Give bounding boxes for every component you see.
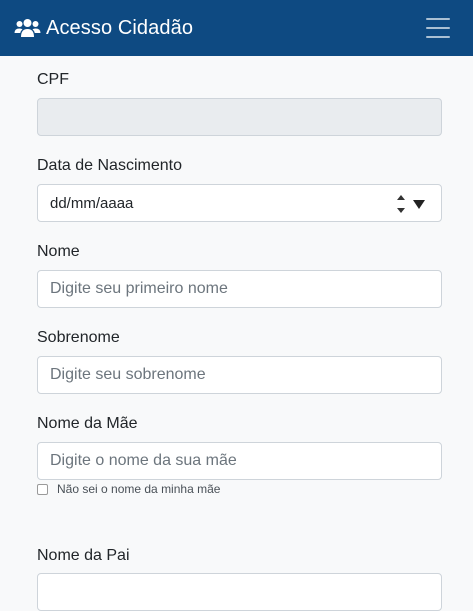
spin-up-icon[interactable] [397, 195, 405, 200]
calendar-dropdown-icon[interactable] [413, 200, 425, 209]
last-name-label: Sobrenome [37, 329, 120, 346]
app-title: Acesso Cidadão [46, 16, 194, 39]
cpf-input[interactable] [37, 98, 442, 136]
menu-bar-icon [426, 36, 450, 38]
first-name-label: Nome [37, 243, 80, 260]
mother-name-group: Nome da Mãe [37, 415, 138, 433]
father-name-label: Nome da Pai [37, 547, 130, 564]
top-navbar: Acesso Cidadão [0, 0, 473, 56]
last-name-input[interactable] [37, 356, 442, 394]
father-name-group: Nome da Pai [37, 547, 130, 565]
unknown-mother-label[interactable]: Não sei o nome da minha mãe [57, 482, 220, 496]
hamburger-menu-button[interactable] [426, 18, 450, 38]
last-name-group: Sobrenome [37, 329, 120, 347]
cpf-label: CPF [37, 71, 69, 88]
spin-down-icon[interactable] [397, 208, 405, 213]
father-name-input[interactable] [37, 573, 442, 611]
cpf-group: CPF [37, 71, 69, 89]
users-icon [14, 19, 41, 37]
unknown-mother-row: Não sei o nome da minha mãe [37, 482, 220, 496]
brand[interactable]: Acesso Cidadão [14, 17, 193, 40]
date-spinner[interactable] [395, 195, 407, 213]
menu-bar-icon [426, 27, 450, 29]
birth-date-input[interactable]: dd/mm/aaaa [37, 184, 442, 222]
mother-name-input[interactable] [37, 442, 442, 480]
birth-date-group: Data de Nascimento [37, 157, 182, 175]
menu-bar-icon [426, 18, 450, 20]
unknown-mother-checkbox[interactable] [37, 483, 48, 495]
birth-date-value: dd/mm/aaaa [50, 194, 134, 212]
first-name-group: Nome [37, 243, 80, 261]
mother-name-label: Nome da Mãe [37, 415, 138, 432]
birth-date-label: Data de Nascimento [37, 157, 182, 174]
first-name-input[interactable] [37, 270, 442, 308]
